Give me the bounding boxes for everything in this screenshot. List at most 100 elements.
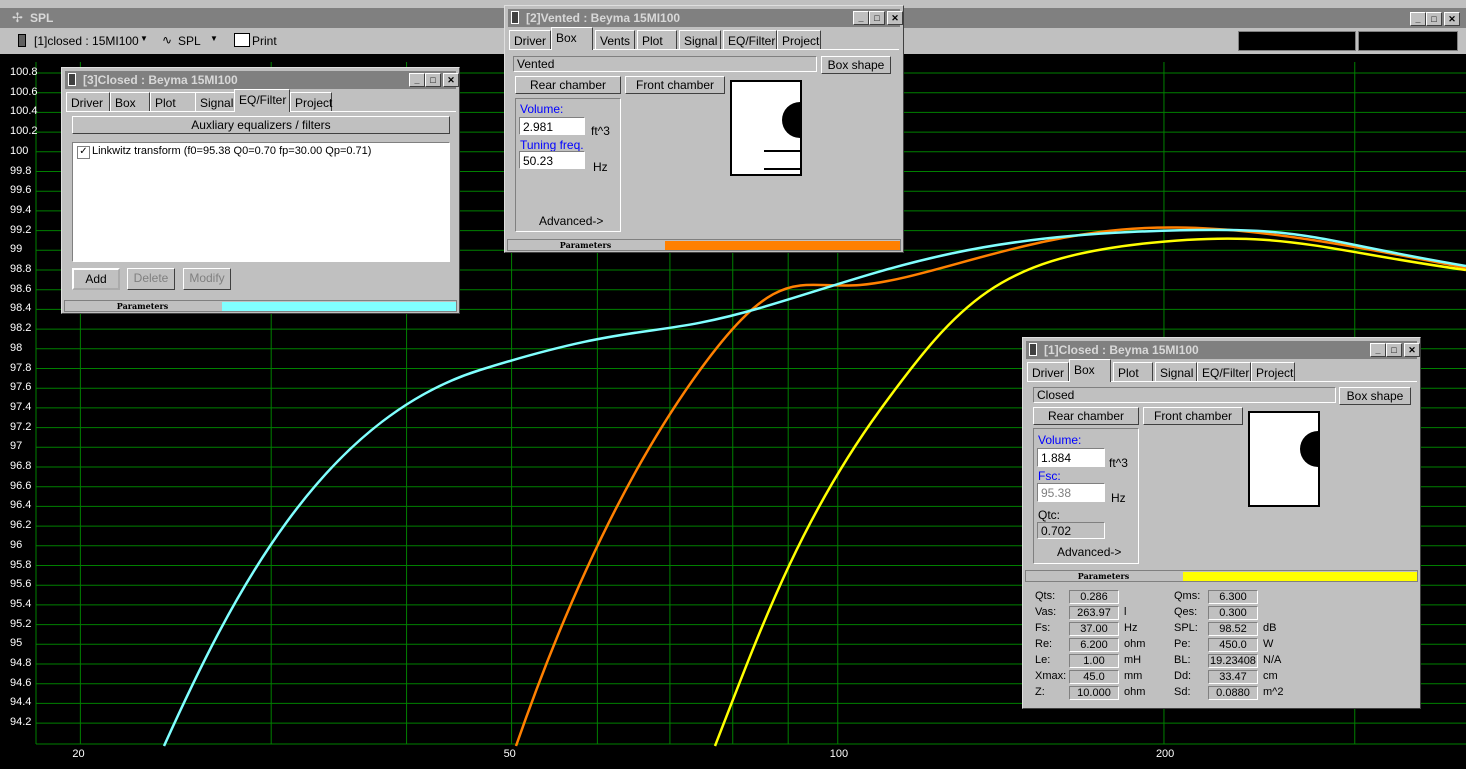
param-unit: ohm (1124, 638, 1146, 650)
y-tick-label: 99.8 (10, 164, 32, 177)
tab-driver[interactable]: Driver (66, 92, 110, 111)
box-shape-button[interactable]: Box shape (1339, 387, 1411, 405)
status-bar: Parameters (1025, 570, 1418, 582)
delete-button[interactable]: Delete (127, 268, 175, 290)
maximize-button[interactable]: □ (869, 11, 885, 25)
close-button[interactable]: ✕ (443, 73, 459, 87)
y-tick-label: 100.4 (10, 105, 38, 118)
status-label: Parameters (1077, 571, 1130, 581)
tab-signal[interactable]: Signal (679, 30, 721, 49)
param-unit: W (1263, 638, 1274, 650)
tab-eq-filter[interactable]: EQ/Filter (234, 89, 290, 112)
param-unit: cm (1263, 670, 1278, 682)
filter-list[interactable]: ✓ Linkwitz transform (f0=95.38 Q0=0.70 f… (72, 142, 450, 262)
tab-box[interactable]: Box (1069, 359, 1111, 382)
y-tick-label: 98 (10, 341, 23, 354)
param-label: Qms: (1174, 590, 1201, 602)
param-value: 0.300 (1208, 606, 1258, 620)
y-tick-label: 97.6 (10, 381, 32, 394)
y-tick-label: 95.6 (10, 578, 32, 591)
tab-project[interactable]: Project (1251, 362, 1295, 381)
volume-input[interactable]: 1.884 (1037, 448, 1105, 467)
param-unit: Hz (1124, 622, 1138, 634)
tab-vents[interactable]: Vents (595, 30, 635, 49)
y-tick-label: 100.6 (10, 85, 38, 98)
param-value: 45.0 (1069, 670, 1119, 684)
qtc-label: Qtc: (1038, 508, 1061, 522)
y-tick-label: 96.2 (10, 519, 32, 532)
window-titlebar[interactable]: [1]Closed : Beyma 15MI100 _ □ ✕ (1026, 341, 1420, 359)
minimize-button[interactable]: _ (853, 11, 869, 25)
front-chamber-button[interactable]: Front chamber (625, 76, 725, 94)
x-tick-label: 100 (829, 748, 849, 760)
param-unit: mH (1124, 654, 1142, 666)
window-titlebar[interactable]: [2]Vented : Beyma 15MI100 _ □ ✕ (508, 9, 903, 27)
tab-eq-filter[interactable]: EQ/Filter (723, 30, 777, 49)
y-tick-label: 100.2 (10, 125, 38, 138)
box-type-field: Closed (1033, 387, 1336, 403)
y-tick-label: 98.8 (10, 263, 32, 275)
param-unit: N/A (1263, 654, 1282, 666)
advanced-link[interactable]: Advanced-> (539, 214, 603, 228)
rear-chamber-button[interactable]: Rear chamber (1033, 407, 1139, 425)
param-value: 6.200 (1069, 638, 1119, 652)
advanced-link[interactable]: Advanced-> (1057, 545, 1121, 559)
param-unit: dB (1263, 622, 1277, 634)
maximize-button[interactable]: □ (425, 73, 441, 87)
minimize-button[interactable]: _ (1370, 343, 1386, 357)
tab-signal[interactable]: Signal (195, 92, 235, 111)
add-button[interactable]: Add (72, 268, 120, 290)
y-tick-label: 96.8 (10, 460, 32, 472)
param-label: Qts: (1035, 590, 1056, 602)
aux-equalizers-button[interactable]: Auxliary equalizers / filters (72, 116, 450, 134)
param-label: Fs: (1035, 622, 1051, 634)
modify-button[interactable]: Modify (183, 268, 231, 290)
fsc-input[interactable]: 95.38 (1037, 483, 1105, 502)
tab-box[interactable]: Box (110, 92, 150, 111)
tab-project[interactable]: Project (777, 30, 821, 49)
param-value: 19.23408 (1208, 654, 1258, 668)
tab-plot[interactable]: Plot (1113, 362, 1153, 381)
y-tick-label: 95 (10, 637, 23, 650)
param-unit: l (1124, 606, 1127, 618)
rear-chamber-button[interactable]: Rear chamber (515, 76, 621, 94)
tab-signal[interactable]: Signal (1155, 362, 1197, 381)
tab-plot[interactable]: Plot (637, 30, 677, 49)
volume-unit: ft^3 (1109, 456, 1128, 470)
tab-project[interactable]: Project (290, 92, 332, 111)
volume-input[interactable]: 2.981 (519, 117, 585, 135)
tab-box[interactable]: Box (551, 27, 593, 50)
tab-bar: Driver Box Plot Signal EQ/Filter Project (66, 89, 456, 112)
y-tick-label: 95.2 (10, 617, 32, 630)
front-chamber-button[interactable]: Front chamber (1143, 407, 1243, 425)
fsc-unit: Hz (1111, 491, 1126, 505)
close-button[interactable]: ✕ (887, 11, 903, 25)
minimize-button[interactable]: _ (409, 73, 425, 87)
y-tick-label: 94.6 (10, 676, 32, 689)
close-button[interactable]: ✕ (1404, 343, 1420, 357)
param-value: 37.00 (1069, 622, 1119, 636)
tuning-freq-input[interactable]: 50.23 (519, 151, 585, 169)
window-titlebar[interactable]: [3]Closed : Beyma 15MI100 _ □ ✕ (65, 71, 459, 89)
param-label: Z: (1035, 686, 1045, 698)
qtc-field: 0.702 (1037, 522, 1105, 539)
param-label: Qes: (1174, 606, 1198, 618)
tab-driver[interactable]: Driver (1027, 362, 1069, 381)
param-value: 10.000 (1069, 686, 1119, 700)
param-label: Re: (1035, 638, 1053, 650)
param-label: Vas: (1035, 606, 1057, 618)
box-diagram (730, 80, 802, 176)
param-unit: mm (1124, 670, 1143, 682)
checkbox[interactable]: ✓ (77, 146, 90, 159)
y-tick-label: 97.4 (10, 400, 32, 413)
maximize-button[interactable]: □ (1386, 343, 1402, 357)
window-closed-1: [1]Closed : Beyma 15MI100 _ □ ✕ Driver B… (1022, 337, 1421, 709)
list-item[interactable]: Linkwitz transform (f0=95.38 Q0=0.70 fp=… (92, 145, 371, 157)
window-vented-2: [2]Vented : Beyma 15MI100 _ □ ✕ Driver B… (504, 5, 904, 253)
tab-driver[interactable]: Driver (509, 30, 551, 49)
param-label: Dd: (1174, 670, 1192, 682)
tab-eq-filter[interactable]: EQ/Filter (1197, 362, 1251, 381)
speaker-icon (511, 11, 519, 24)
box-shape-button[interactable]: Box shape (821, 56, 891, 74)
y-tick-label: 97.8 (10, 361, 32, 374)
